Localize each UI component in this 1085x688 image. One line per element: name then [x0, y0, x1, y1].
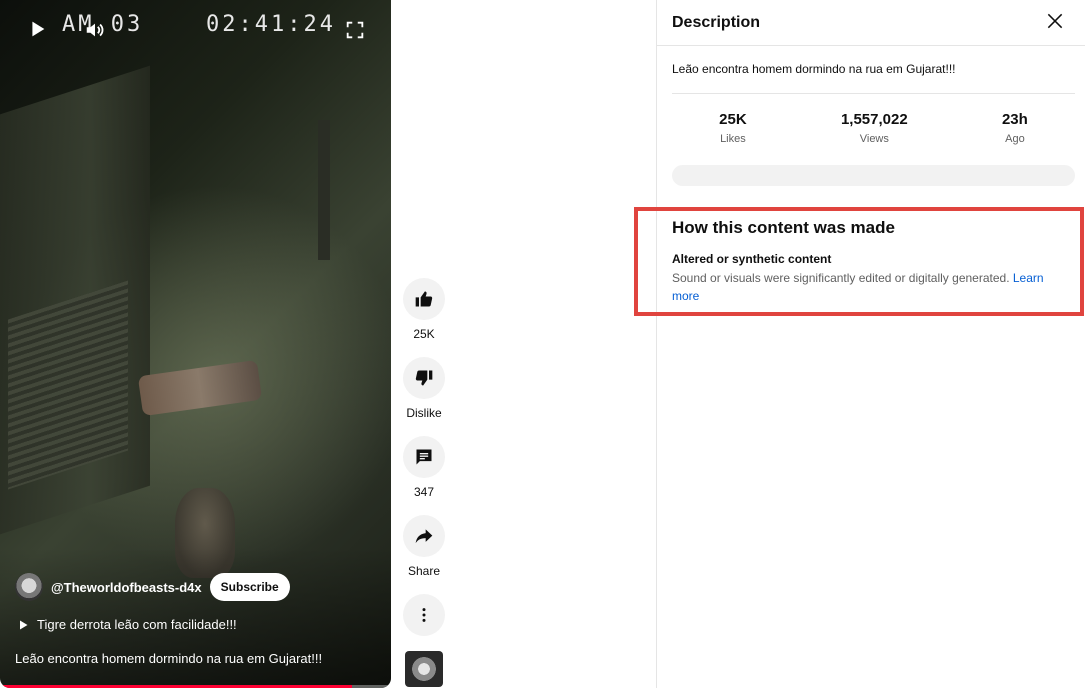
more-button[interactable] — [403, 594, 445, 636]
comments-action: 347 — [400, 436, 448, 499]
comments-count: 347 — [413, 485, 435, 499]
content-made-section: How this content was made Altered or syn… — [672, 218, 1072, 305]
content-made-title: How this content was made — [672, 218, 895, 237]
stat-age: 23h Ago — [1002, 111, 1028, 145]
like-action: 25K — [400, 278, 448, 341]
stat-age-value: 23h — [1001, 111, 1028, 128]
more-vert-icon — [422, 608, 426, 622]
content-made-text: Sound or visuals were significantly edit… — [672, 271, 1010, 285]
like-button[interactable] — [403, 278, 445, 320]
thumbs-down-icon — [415, 370, 433, 386]
video-scene-sleeping-man — [137, 359, 263, 417]
play-small-icon — [20, 620, 28, 629]
stat-likes: 25K Likes — [719, 111, 747, 145]
share-icon — [415, 529, 433, 544]
channel-row: @Theworldofbeasts-d4x Subscribe — [15, 573, 290, 601]
action-rail: 25K Dislike 347 Share — [400, 278, 448, 652]
cctv-clock-overlay: 02:41:24 — [206, 12, 336, 37]
sound-channel-avatar[interactable] — [405, 651, 443, 687]
video-caption: Leão encontra homem dormindo na rua em G… — [15, 651, 323, 666]
comment-icon — [416, 449, 432, 465]
stat-likes-value: 25K — [719, 111, 747, 128]
content-made-body: Sound or visuals were significantly edit… — [672, 269, 1072, 305]
description-divider — [672, 93, 1075, 94]
stat-views-caption: Views — [859, 133, 889, 145]
chapters-placeholder — [672, 165, 1075, 186]
video-player[interactable]: AM 03 02:41:24 @Theworldofbeasts-d4x Sub… — [0, 0, 391, 688]
comments-button[interactable] — [403, 436, 445, 478]
close-icon — [1047, 13, 1063, 29]
stat-likes-caption: Likes — [720, 133, 746, 145]
stat-age-caption: Ago — [1005, 133, 1025, 145]
stat-views-value: 1,557,022 — [840, 111, 908, 128]
volume-icon — [86, 23, 104, 37]
dislike-label: Dislike — [406, 406, 442, 420]
play-icon — [32, 21, 45, 37]
thumbs-up-icon — [415, 291, 433, 307]
stat-views: 1,557,022 Views — [841, 111, 908, 145]
more-action — [400, 594, 448, 636]
description-header: Description — [657, 0, 1085, 46]
share-label: Share — [407, 564, 441, 578]
dislike-button[interactable] — [403, 357, 445, 399]
content-made-subtitle: Altered or synthetic content — [672, 252, 832, 266]
fullscreen-button[interactable] — [344, 19, 366, 41]
share-button[interactable] — [403, 515, 445, 557]
channel-avatar[interactable] — [15, 573, 43, 601]
play-button[interactable] — [26, 18, 48, 40]
channel-name[interactable]: @Theworldofbeasts-d4x — [51, 580, 202, 595]
description-panel: Description Leão encontra homem dormindo… — [656, 0, 1085, 688]
video-scene-pole — [318, 120, 330, 260]
like-count: 25K — [413, 327, 435, 341]
video-stats: 25K Likes 1,557,022 Views 23h Ago — [672, 111, 1075, 145]
subscribe-button[interactable]: Subscribe — [209, 573, 290, 601]
share-action: Share — [400, 515, 448, 578]
dislike-action: Dislike — [400, 357, 448, 420]
related-video-link[interactable]: Tigre derrota leão com facilidade!!! — [17, 617, 237, 632]
fullscreen-icon — [346, 21, 364, 39]
close-button[interactable] — [1045, 11, 1065, 31]
shorts-page: AM 03 02:41:24 @Theworldofbeasts-d4x Sub… — [0, 0, 1085, 688]
description-title: Description — [672, 13, 761, 31]
volume-button[interactable] — [84, 19, 106, 41]
related-video-title: Tigre derrota leão com facilidade!!! — [37, 617, 237, 632]
